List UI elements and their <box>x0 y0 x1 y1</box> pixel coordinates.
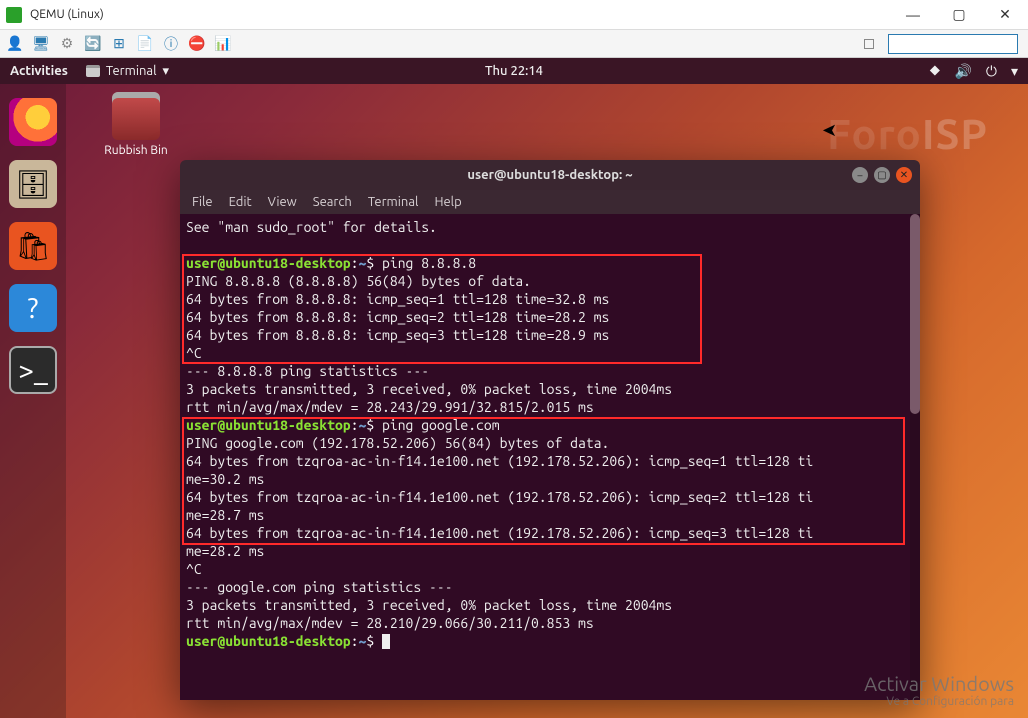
user-icon[interactable]: 👤 <box>6 35 24 53</box>
app-indicator-label: Terminal <box>106 64 157 78</box>
activate-windows-watermark: Activar Windows Ve a Configuración para <box>864 672 1014 708</box>
app-indicator[interactable]: Terminal ▾ <box>86 64 169 79</box>
trash-label: Rubbish Bin <box>104 144 167 157</box>
watermark: ForoISP <box>827 110 988 157</box>
terminal-cursor <box>382 634 390 649</box>
volume-icon: 🔊 <box>954 63 971 80</box>
stop-icon[interactable]: ⛔ <box>188 35 206 53</box>
host-maximize-button[interactable]: ▢ <box>936 0 982 30</box>
status-area[interactable]: ⯁ 🔊 ⏻ ▾ <box>929 63 1018 80</box>
refresh-icon[interactable]: 🔄 <box>84 35 102 53</box>
dock-firefox[interactable] <box>9 98 57 146</box>
activate-heading: Activar Windows <box>864 672 1014 695</box>
dock-help[interactable]: ? <box>9 284 57 332</box>
terminal-icon <box>86 65 100 77</box>
output-ping-domain: PING google.com (192.178.52.206) 56(84) … <box>186 435 813 631</box>
host-titlebar: QEMU (Linux) — ▢ ✕ <box>0 0 1028 30</box>
terminal-maximize-button[interactable]: ▢ <box>874 167 890 183</box>
windows-icon[interactable]: ⊞ <box>110 35 128 53</box>
network-icon: ⯁ <box>929 63 940 80</box>
menu-search[interactable]: Search <box>313 195 352 209</box>
trash-icon <box>112 92 160 140</box>
host-minimize-button[interactable]: — <box>890 0 936 30</box>
clock[interactable]: Thu 22:14 <box>485 64 543 78</box>
host-close-button[interactable]: ✕ <box>982 0 1028 30</box>
misc-icon[interactable]: 📊 <box>214 35 232 53</box>
cmd-ping-ip: ping 8.8.8.8 <box>374 255 476 271</box>
desktop-trash[interactable]: Rubbish Bin <box>96 92 176 157</box>
dock-terminal[interactable]: >_ <box>9 346 57 394</box>
chevron-down-icon: ▾ <box>1011 63 1018 80</box>
chevron-down-icon: ▾ <box>163 64 170 79</box>
monitor-icon[interactable]: 🖥 <box>32 35 50 53</box>
terminal-intro: See "man sudo_root" for details. <box>186 219 437 235</box>
prompt-user: user@ubuntu18-desktop <box>186 255 351 271</box>
terminal-titlebar[interactable]: user@ubuntu18-desktop: ~ – ▢ ✕ <box>180 160 920 190</box>
gnome-topbar: Activities Terminal ▾ Thu 22:14 ⯁ 🔊 ⏻ ▾ <box>0 58 1028 84</box>
menu-view[interactable]: View <box>268 195 297 209</box>
info-icon[interactable]: ⓘ <box>162 35 180 53</box>
cmd-ping-domain: ping google.com <box>374 417 499 433</box>
guest-desktop: Activities Terminal ▾ Thu 22:14 ⯁ 🔊 ⏻ ▾ … <box>0 58 1028 718</box>
output-ping-ip: PING 8.8.8.8 (8.8.8.8) 56(84) bytes of d… <box>186 273 672 415</box>
activate-sub: Ve a Configuración para <box>864 695 1014 708</box>
host-toolbar-input[interactable] <box>888 34 1018 54</box>
qemu-icon <box>6 7 22 23</box>
activities-button[interactable]: Activities <box>10 64 68 78</box>
terminal-minimize-button[interactable]: – <box>852 167 868 183</box>
host-toolbar: 👤 🖥 ⚙ 🔄 ⊞ 📄 ⓘ ⛔ 📊 <box>0 30 1028 58</box>
terminal-menubar: File Edit View Search Terminal Help <box>180 190 920 214</box>
host-window-title: QEMU (Linux) <box>30 8 104 21</box>
terminal-scrollbar[interactable] <box>910 214 920 700</box>
gear-icon[interactable]: ⚙ <box>58 35 76 53</box>
terminal-window: user@ubuntu18-desktop: ~ – ▢ ✕ File Edit… <box>180 160 920 700</box>
dock-files[interactable]: 🗄 <box>9 160 57 208</box>
terminal-close-button[interactable]: ✕ <box>896 167 912 183</box>
terminal-body[interactable]: See "man sudo_root" for details. user@ub… <box>180 214 920 700</box>
menu-help[interactable]: Help <box>434 195 461 209</box>
toolbar-indicator <box>864 39 874 49</box>
menu-edit[interactable]: Edit <box>229 195 252 209</box>
menu-file[interactable]: File <box>192 195 213 209</box>
dock: 🗄 🛍 ? >_ <box>0 84 66 718</box>
document-icon[interactable]: 📄 <box>136 35 154 53</box>
menu-terminal[interactable]: Terminal <box>368 195 419 209</box>
terminal-title: user@ubuntu18-desktop: ~ <box>467 168 632 182</box>
power-icon: ⏻ <box>986 63 997 80</box>
scroll-thumb[interactable] <box>910 214 920 414</box>
dock-software[interactable]: 🛍 <box>9 222 57 270</box>
